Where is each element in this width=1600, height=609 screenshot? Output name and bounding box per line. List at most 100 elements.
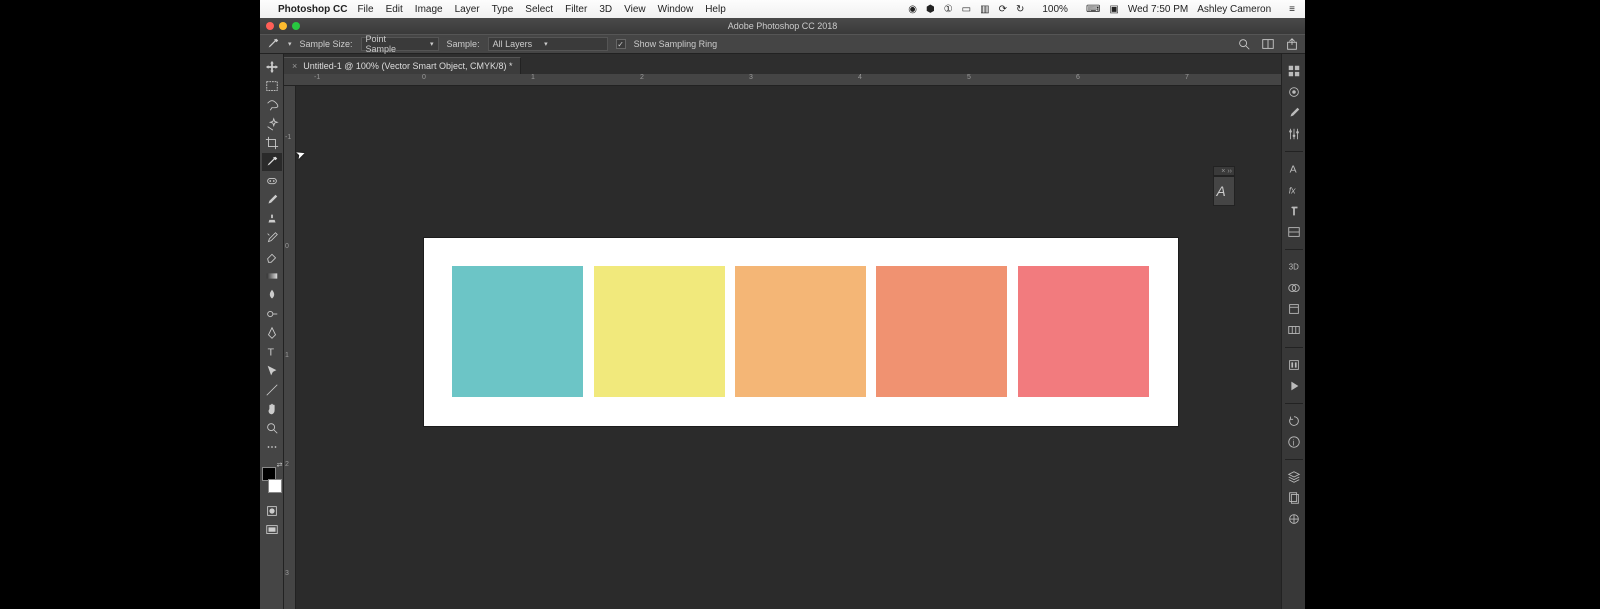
menu-select[interactable]: Select <box>525 4 553 15</box>
swap-colors-icon[interactable]: ⇄ <box>277 461 283 469</box>
app-menu[interactable]: Photoshop CC <box>278 4 347 15</box>
lasso-tool[interactable] <box>262 96 282 114</box>
menu-layer[interactable]: Layer <box>455 4 480 15</box>
status-icon-2[interactable]: ▭ <box>962 4 971 15</box>
glyphs-icon[interactable] <box>1285 223 1303 241</box>
rectangular-marquee-tool[interactable] <box>262 77 282 95</box>
layer-comps-icon[interactable] <box>1285 489 1303 507</box>
chevron-down-icon: ▾ <box>544 40 548 48</box>
zoom-tool[interactable] <box>262 419 282 437</box>
menu-type[interactable]: Type <box>492 4 514 15</box>
status-icon-3[interactable]: ▥ <box>980 4 989 15</box>
sample-size-value: Point Sample <box>366 34 418 54</box>
type-tool[interactable]: T <box>262 343 282 361</box>
background-color[interactable] <box>268 479 282 493</box>
clone-stamp-tool[interactable] <box>262 210 282 228</box>
move-tool[interactable] <box>262 58 282 76</box>
character-panel-tab[interactable]: A <box>1213 176 1235 206</box>
sample-layers-select[interactable]: All Layers▾ <box>488 37 608 51</box>
share-icon[interactable] <box>1285 37 1299 51</box>
blur-tool[interactable] <box>262 286 282 304</box>
close-icon[interactable]: × <box>1221 168 1225 175</box>
ruler-tick: 6 <box>1076 74 1080 81</box>
history-icon[interactable] <box>1285 412 1303 430</box>
ruler-tick: 0 <box>285 243 289 250</box>
clock[interactable]: Wed 7:50 PM <box>1128 4 1188 15</box>
magic-wand-tool[interactable] <box>262 115 282 133</box>
screen-mode-button[interactable] <box>262 521 282 539</box>
document-tab[interactable]: × Untitled-1 @ 100% (Vector Smart Object… <box>284 57 521 74</box>
path-selection-tool[interactable] <box>262 362 282 380</box>
paths-icon[interactable] <box>1285 321 1303 339</box>
color-swatches[interactable]: ⇄ <box>262 467 282 493</box>
libraries-icon[interactable] <box>1285 62 1303 80</box>
menu-edit[interactable]: Edit <box>386 4 403 15</box>
3d-panel-icon[interactable]: 3D <box>1285 258 1303 276</box>
gradient-tool[interactable] <box>262 267 282 285</box>
rectangle-tool[interactable] <box>262 381 282 399</box>
close-window-button[interactable] <box>266 22 274 30</box>
menu-help[interactable]: Help <box>705 4 726 15</box>
document-area: × Untitled-1 @ 100% (Vector Smart Object… <box>284 54 1281 609</box>
paragraph-icon[interactable] <box>1285 202 1303 220</box>
show-sampling-ring-checkbox[interactable]: ✓ <box>616 39 626 49</box>
menu-filter[interactable]: Filter <box>565 4 587 15</box>
eyedropper-tool[interactable] <box>262 153 282 171</box>
search-icon[interactable] <box>1237 37 1251 51</box>
info-icon[interactable]: i <box>1285 433 1303 451</box>
notification-center-icon[interactable]: ≡ <box>1289 4 1295 15</box>
quick-mask-button[interactable] <box>262 502 282 520</box>
adjustments-icon[interactable] <box>1285 125 1303 143</box>
menu-file[interactable]: File <box>357 4 373 15</box>
user-name[interactable]: Ashley Cameron <box>1197 4 1271 15</box>
status-icon-1[interactable]: ① <box>944 4 953 15</box>
battery-pct: 100% <box>1042 4 1068 15</box>
pen-tool[interactable] <box>262 324 282 342</box>
floating-panel-header[interactable]: ×›› <box>1213 166 1235 176</box>
close-tab-icon[interactable]: × <box>292 61 297 71</box>
eraser-tool[interactable] <box>262 248 282 266</box>
canvas[interactable] <box>424 238 1178 426</box>
minimize-window-button[interactable] <box>279 22 287 30</box>
channels-icon[interactable] <box>1285 279 1303 297</box>
status-icon-4[interactable]: ⟳ <box>999 4 1007 15</box>
date-icon[interactable]: ▣ <box>1109 4 1118 15</box>
dodge-tool[interactable] <box>262 305 282 323</box>
ruler-vertical[interactable]: -1 0 1 2 3 <box>284 86 296 609</box>
actions-icon[interactable] <box>1285 356 1303 374</box>
properties-icon[interactable] <box>1285 300 1303 318</box>
sample-size-label: Sample Size: <box>300 39 353 49</box>
keyboard-icon[interactable]: ⌨ <box>1086 4 1100 15</box>
record-icon[interactable]: ◉ <box>908 4 917 15</box>
ruler-horizontal[interactable]: -1 0 1 2 3 4 5 6 7 <box>284 74 1281 86</box>
swatch-4 <box>876 266 1007 397</box>
ruler-tick: 3 <box>285 570 289 577</box>
sample-size-select[interactable]: Point Sample▾ <box>361 37 439 51</box>
menu-window[interactable]: Window <box>658 4 694 15</box>
history-brush-tool[interactable] <box>262 229 282 247</box>
dropbox-icon[interactable]: ⬢ <box>926 4 935 15</box>
brush-settings-icon[interactable] <box>1285 104 1303 122</box>
layers-icon[interactable] <box>1285 468 1303 486</box>
swatches-panel-icon[interactable] <box>1285 510 1303 528</box>
workspace-switcher-icon[interactable] <box>1261 37 1275 51</box>
character-icon[interactable]: A <box>1285 160 1303 178</box>
edit-toolbar-button[interactable] <box>262 438 282 456</box>
color-icon[interactable] <box>1285 83 1303 101</box>
maximize-window-button[interactable] <box>292 22 300 30</box>
tool-preset-chevron-icon[interactable]: ▾ <box>288 40 292 48</box>
swatch-2 <box>594 266 725 397</box>
styles-icon[interactable]: fx <box>1285 181 1303 199</box>
menu-view[interactable]: View <box>624 4 646 15</box>
brush-tool[interactable] <box>262 191 282 209</box>
play-icon[interactable] <box>1285 377 1303 395</box>
eyedropper-tool-preset-icon[interactable] <box>266 37 280 51</box>
menu-3d[interactable]: 3D <box>599 4 612 15</box>
hand-tool[interactable] <box>262 400 282 418</box>
canvas-viewport[interactable]: ➤ ×›› A <box>296 86 1281 609</box>
time-machine-icon[interactable]: ↻ <box>1016 4 1024 15</box>
spot-healing-brush-tool[interactable] <box>262 172 282 190</box>
crop-tool[interactable] <box>262 134 282 152</box>
macos-menubar: Photoshop CC File Edit Image Layer Type … <box>260 0 1305 18</box>
menu-image[interactable]: Image <box>415 4 443 15</box>
